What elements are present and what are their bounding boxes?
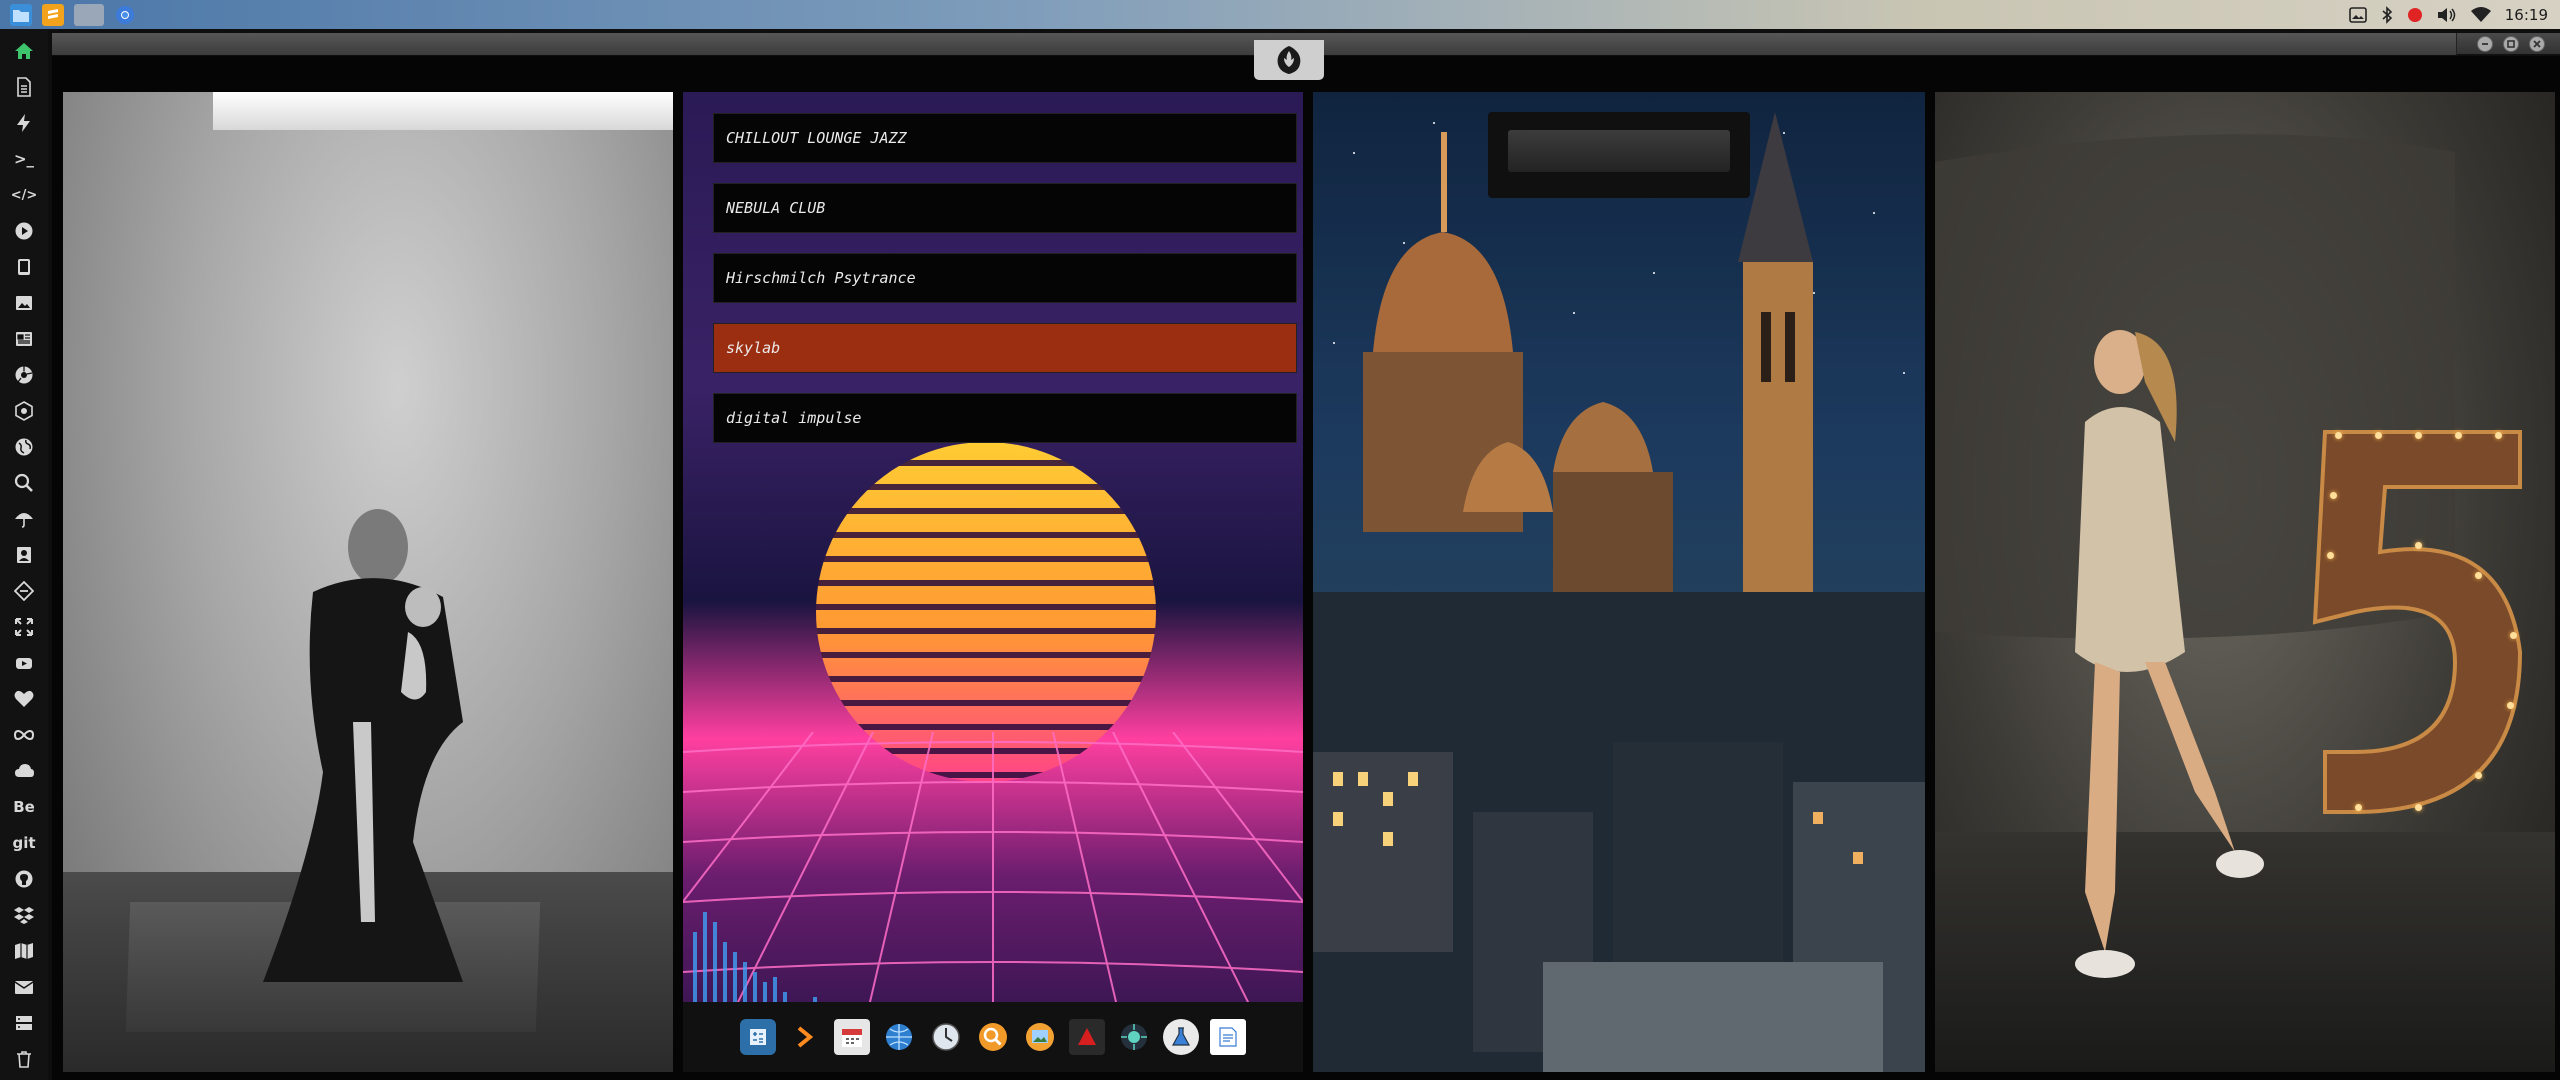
station-item[interactable]: digital impulse — [713, 393, 1297, 443]
cloud-icon[interactable] — [0, 754, 48, 788]
rebel-alliance-emblem — [1254, 40, 1324, 80]
chevron-app-icon[interactable] — [787, 1019, 823, 1055]
cathedral-scene — [1313, 112, 1925, 1072]
document-icon[interactable] — [0, 70, 48, 104]
tag-icon[interactable] — [0, 574, 48, 608]
station-item[interactable]: Hirschmilch Psytrance — [713, 253, 1297, 303]
wallpaper-panel-cathedral-night — [1313, 92, 1925, 1072]
system-tray: 16:19 — [2348, 0, 2560, 29]
image-icon[interactable] — [0, 286, 48, 320]
pdf-app-icon[interactable] — [1069, 1019, 1105, 1055]
git-label: git — [12, 834, 36, 852]
marquee-bulb — [2327, 552, 2334, 559]
bolt-icon[interactable] — [0, 106, 48, 140]
marquee-bulb — [2510, 632, 2517, 639]
tablet-icon[interactable] — [0, 250, 48, 284]
app-dock — [683, 1002, 1303, 1072]
chip-app-icon[interactable] — [1116, 1019, 1152, 1055]
marquee-bulb — [2415, 804, 2422, 811]
git-icon[interactable]: git — [0, 826, 48, 860]
minimize-button[interactable] — [2477, 36, 2493, 52]
close-button[interactable] — [2529, 36, 2545, 52]
behance-icon[interactable]: Be — [0, 790, 48, 824]
marquee-bulb — [2330, 492, 2337, 499]
behance-label: Be — [13, 798, 35, 816]
terminal-icon[interactable]: >_ — [0, 142, 48, 176]
marquee-bulb — [2375, 432, 2382, 439]
aperture-icon[interactable] — [0, 358, 48, 392]
mail-icon[interactable] — [0, 970, 48, 1004]
id-card-icon[interactable] — [0, 538, 48, 572]
infinity-icon[interactable] — [0, 718, 48, 752]
station-item-active[interactable]: skylab — [713, 323, 1297, 373]
volume-icon[interactable] — [2437, 7, 2457, 23]
clock-icon[interactable] — [928, 1019, 964, 1055]
home-icon[interactable] — [0, 34, 48, 68]
marquee-bulb — [2475, 772, 2482, 779]
wifi-icon[interactable] — [2470, 6, 2491, 23]
marquee-bulb — [2355, 804, 2362, 811]
file-manager-icon[interactable] — [10, 3, 32, 26]
note-app-icon[interactable] — [1210, 1019, 1246, 1055]
marquee-bulb — [2455, 432, 2462, 439]
code-icon[interactable]: </> — [0, 178, 48, 212]
maximize-button[interactable] — [2503, 36, 2519, 52]
expand-icon[interactable] — [0, 610, 48, 644]
dropbox-icon[interactable] — [0, 898, 48, 932]
bluetooth-icon[interactable] — [2381, 5, 2393, 24]
marquee-bulb — [2335, 432, 2342, 439]
station-label: Hirschmilch Psytrance — [726, 269, 916, 287]
dancer-scene — [1935, 134, 2523, 978]
left-dock: >_ </> Be git — [0, 29, 48, 1080]
system-top-panel: 16:19 — [0, 0, 2560, 29]
marquee-bulb — [2507, 702, 2514, 709]
photo-app-icon[interactable] — [1022, 1019, 1058, 1055]
widget-field[interactable] — [1508, 130, 1730, 172]
calendar-icon[interactable] — [834, 1019, 870, 1055]
terminal-label: >_ — [13, 150, 35, 168]
station-label: CHILLOUT LOUNGE JAZZ — [726, 129, 907, 147]
marquee-bulb — [2415, 432, 2422, 439]
radio-panel: CHILLOUT LOUNGE JAZZ NEBULA CLUB Hirschm… — [683, 92, 1303, 1072]
portrait-figure — [263, 509, 463, 982]
station-label: skylab — [726, 339, 781, 357]
station-label: digital impulse — [726, 409, 862, 427]
chrome-icon[interactable] — [114, 4, 136, 26]
code-label: </> — [10, 187, 38, 203]
station-label: NEBULA CLUB — [726, 199, 826, 217]
youtube-icon[interactable] — [0, 646, 48, 680]
newspaper-icon[interactable] — [0, 322, 48, 356]
github-icon[interactable] — [0, 862, 48, 896]
image-icon[interactable] — [2348, 6, 2367, 23]
sublime-icon[interactable] — [42, 3, 64, 26]
studio-light-strip — [213, 92, 673, 130]
globe-app-icon[interactable] — [881, 1019, 917, 1055]
server-icon[interactable] — [0, 1006, 48, 1040]
station-item[interactable]: NEBULA CLUB — [713, 183, 1297, 233]
globe-icon[interactable] — [0, 430, 48, 464]
window-thumbnail-icon[interactable] — [74, 3, 104, 26]
neon-grid — [683, 732, 1303, 1032]
hexagon-icon[interactable] — [0, 394, 48, 428]
widget-box — [1488, 112, 1750, 198]
retro-sun — [816, 442, 1156, 782]
marquee-bulb — [2415, 542, 2422, 549]
calculator-icon[interactable] — [740, 1019, 776, 1055]
record-icon[interactable] — [2407, 7, 2423, 23]
clock[interactable]: 16:19 — [2505, 6, 2548, 24]
search-icon[interactable] — [0, 466, 48, 500]
flask-app-icon[interactable] — [1163, 1019, 1199, 1055]
umbrella-icon[interactable] — [0, 502, 48, 536]
heart-icon[interactable] — [0, 682, 48, 716]
wallpaper-panel-dancer — [1935, 92, 2555, 1072]
wallpaper-panel-studio-portrait — [63, 92, 673, 1072]
trash-icon[interactable] — [0, 1042, 48, 1076]
station-item[interactable]: CHILLOUT LOUNGE JAZZ — [713, 113, 1297, 163]
marquee-bulb — [2475, 572, 2482, 579]
map-icon[interactable] — [0, 934, 48, 968]
magnifier-app-icon[interactable] — [975, 1019, 1011, 1055]
marquee-bulb — [2495, 432, 2502, 439]
play-icon[interactable] — [0, 214, 48, 248]
